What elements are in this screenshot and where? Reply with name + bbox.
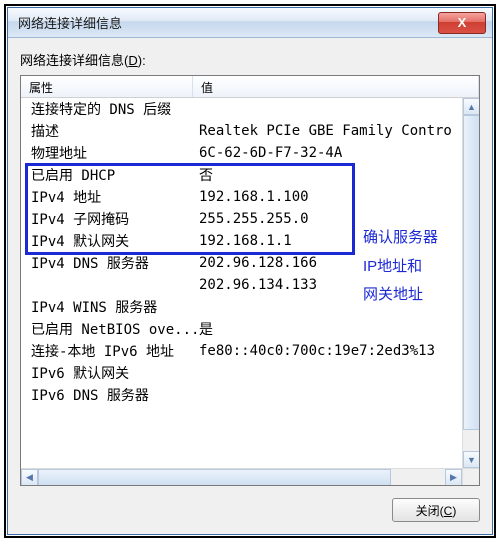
- cell-value: 255.255.255.0: [193, 211, 461, 227]
- table-row[interactable]: IPv4 WINS 服务器: [21, 296, 461, 318]
- table-row[interactable]: IPv4 子网掩码255.255.255.0: [21, 208, 461, 230]
- cell-property: 连接特定的 DNS 后缀: [21, 99, 193, 119]
- close-button[interactable]: 关闭(C): [392, 498, 480, 522]
- cell-property: IPv4 WINS 服务器: [21, 297, 193, 317]
- table-row[interactable]: IPv6 默认网关: [21, 362, 461, 384]
- chevron-up-icon: ▲: [467, 102, 476, 112]
- details-listview[interactable]: 属性 值 连接特定的 DNS 后缀描述Realtek PCIe GBE Fami…: [20, 75, 480, 486]
- cell-property: IPv4 默认网关: [21, 231, 193, 251]
- table-row[interactable]: 已启用 NetBIOS ove...是: [21, 318, 461, 340]
- cell-value: 202.96.134.133: [193, 277, 461, 293]
- table-row[interactable]: IPv4 默认网关192.168.1.1: [21, 230, 461, 252]
- table-row[interactable]: IPv4 地址192.168.1.100: [21, 186, 461, 208]
- dialog-button-row: 关闭(C): [20, 486, 480, 522]
- cell-property: IPv6 DNS 服务器: [21, 385, 193, 405]
- cell-property: IPv4 地址: [21, 187, 193, 207]
- cell-property: IPv4 子网掩码: [21, 209, 193, 229]
- table-row[interactable]: IPv6 DNS 服务器: [21, 384, 461, 406]
- table-row[interactable]: 已启用 DHCP否: [21, 164, 461, 186]
- chevron-down-icon: ▼: [467, 455, 476, 465]
- cell-value: 6C-62-6D-F7-32-4A: [193, 145, 461, 161]
- dialog-window: 网络连接详细信息 X 网络连接详细信息(D): 属性 值 连接特定的 DNS 后…: [7, 7, 493, 535]
- cell-value: 202.96.128.166: [193, 255, 461, 271]
- list-header: 属性 值: [21, 76, 479, 98]
- cell-value: 192.168.1.1: [193, 233, 461, 249]
- cell-property: 物理地址: [21, 143, 193, 163]
- scroll-up-button[interactable]: ▲: [463, 98, 479, 115]
- scroll-down-button[interactable]: ▼: [463, 451, 479, 468]
- table-row[interactable]: 物理地址6C-62-6D-F7-32-4A: [21, 142, 461, 164]
- vertical-scrollbar[interactable]: ▲ ▼: [462, 98, 479, 468]
- window-title: 网络连接详细信息: [18, 13, 438, 32]
- cell-property: 描述: [21, 121, 193, 141]
- table-row[interactable]: IPv4 DNS 服务器202.96.128.166: [21, 252, 461, 274]
- cell-property: IPv6 默认网关: [21, 363, 193, 383]
- table-row[interactable]: 描述Realtek PCIe GBE Family Contro: [21, 120, 461, 142]
- titlebar-close-button[interactable]: X: [438, 12, 486, 34]
- cell-property: 已启用 DHCP: [21, 165, 193, 185]
- column-header-property[interactable]: 属性: [21, 76, 193, 97]
- cell-value: Realtek PCIe GBE Family Contro: [193, 123, 461, 139]
- cell-value: fe80::40c0:700c:19e7:2ed3%13: [193, 343, 461, 359]
- cell-property: IPv4 DNS 服务器: [21, 253, 193, 273]
- vertical-scroll-thumb[interactable]: [463, 115, 479, 430]
- cell-property: 连接-本地 IPv6 地址: [21, 341, 193, 361]
- titlebar: 网络连接详细信息 X: [8, 8, 492, 38]
- chevron-right-icon: ▶: [450, 472, 457, 483]
- cell-value: 192.168.1.100: [193, 189, 461, 205]
- horizontal-scroll-thumb[interactable]: [38, 469, 391, 485]
- client-area: 网络连接详细信息(D): 属性 值 连接特定的 DNS 后缀描述Realtek …: [8, 38, 492, 534]
- scrollbar-corner: [462, 468, 479, 485]
- list-body: 连接特定的 DNS 后缀描述Realtek PCIe GBE Family Co…: [21, 98, 479, 485]
- chevron-left-icon: ◀: [26, 472, 33, 483]
- table-row[interactable]: 202.96.134.133: [21, 274, 461, 296]
- table-row[interactable]: 连接-本地 IPv6 地址fe80::40c0:700c:19e7:2ed3%1…: [21, 340, 461, 362]
- column-header-value[interactable]: 值: [193, 76, 479, 97]
- cell-value: 是: [193, 319, 461, 339]
- scroll-right-button[interactable]: ▶: [445, 469, 462, 485]
- cell-value: 否: [193, 165, 461, 185]
- scroll-left-button[interactable]: ◀: [21, 469, 38, 485]
- horizontal-scrollbar[interactable]: ◀ ▶: [21, 468, 462, 485]
- table-row[interactable]: 连接特定的 DNS 后缀: [21, 98, 461, 120]
- cell-property: 已启用 NetBIOS ove...: [21, 319, 193, 339]
- close-icon: X: [458, 15, 467, 30]
- list-caption: 网络连接详细信息(D):: [20, 50, 480, 69]
